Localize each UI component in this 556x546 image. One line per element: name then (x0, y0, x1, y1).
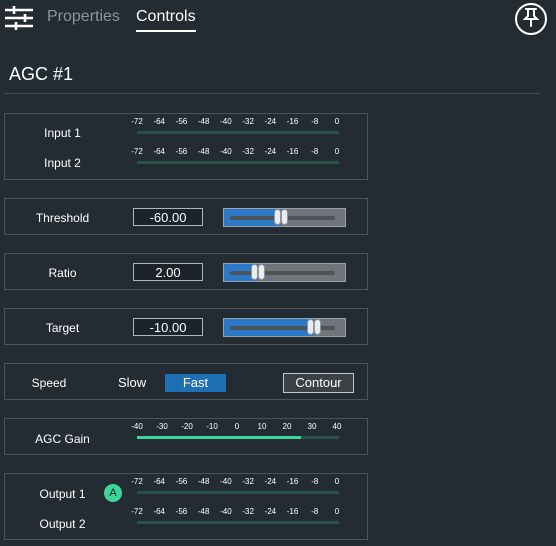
scale-tick-label: -48 (197, 147, 210, 156)
scale-tick-label: -72 (131, 117, 143, 126)
pin-icon (522, 7, 540, 32)
scale-tick-label: -56 (175, 117, 188, 126)
speed-panel: Speed Slow Fast Contour (4, 363, 368, 400)
scale-tick-label: -40 (131, 422, 143, 431)
agc-gain-meter (137, 436, 339, 439)
output-2-label: Output 2 (39, 517, 86, 531)
title-divider (4, 93, 540, 94)
scale-tick-label: -8 (311, 477, 319, 486)
threshold-slider[interactable] (223, 208, 346, 227)
output-1-scale: -72 -64 -56 -48 -40 -32 -24 -16 -8 0 (127, 477, 347, 487)
scale-tick-label: -56 (175, 477, 188, 486)
ratio-label: Ratio (48, 266, 77, 280)
agc-gain-scale: -40 -30 -20 -10 0 10 20 30 40 (127, 422, 347, 432)
scale-tick-label: -64 (153, 477, 165, 486)
ratio-panel: Ratio 2.00 (4, 253, 368, 290)
scale-tick-label: -32 (242, 147, 254, 156)
scale-tick-label: -24 (264, 117, 277, 126)
output-1-meter (137, 491, 339, 494)
scale-tick-label: 20 (282, 422, 292, 431)
scale-tick-label: -64 (153, 507, 165, 516)
scale-tick-label: -72 (131, 507, 143, 516)
input-2-label: Input 2 (44, 156, 81, 170)
scale-tick-label: -16 (286, 507, 299, 516)
scale-tick-label: -64 (153, 147, 165, 156)
scale-tick-label: -72 (131, 147, 143, 156)
scale-tick-label: -40 (220, 147, 232, 156)
threshold-label: Threshold (35, 211, 90, 225)
scale-tick-label: -32 (242, 507, 254, 516)
scale-tick-label: -8 (311, 507, 319, 516)
scale-tick-label: -24 (264, 507, 277, 516)
threshold-slider-thumb[interactable] (272, 208, 290, 227)
scale-tick-label: 0 (334, 117, 340, 126)
scale-tick-label: -16 (286, 477, 299, 486)
output-meters-panel: Output 1 A -72 -64 -56 -48 -40 -32 -24 -16 -8 0 O… (4, 473, 368, 540)
input-meters-panel: Input 1 -72 -64 -56 -48 -40 -32 -24 -16 -8 0 Inpu… (4, 113, 368, 180)
scale-tick-label: 0 (334, 477, 340, 486)
scale-tick-label: 40 (332, 422, 342, 431)
scale-tick-label: -16 (286, 117, 299, 126)
output-2-meter (137, 521, 339, 524)
input-1-meter (137, 131, 339, 134)
scale-tick-label: -8 (311, 117, 319, 126)
scale-tick-label: 10 (257, 422, 267, 431)
scale-tick-label: -48 (197, 477, 210, 486)
scale-tick-label: -48 (197, 117, 210, 126)
target-panel: Target -10.00 (4, 308, 368, 345)
pin-button[interactable] (515, 3, 547, 35)
scale-tick-label: -8 (311, 147, 319, 156)
target-slider[interactable] (223, 318, 346, 337)
sliders-icon[interactable] (4, 5, 34, 31)
ratio-slider[interactable] (223, 263, 346, 282)
scale-tick-label: -32 (242, 477, 254, 486)
page-title: AGC #1 (9, 64, 74, 84)
tab-properties[interactable]: Properties (47, 8, 120, 26)
scale-tick-label: -24 (264, 477, 277, 486)
output-1-label: Output 1 (39, 487, 86, 501)
active-tab-indicator (136, 30, 196, 32)
scale-tick-label: 0 (334, 147, 340, 156)
ratio-slider-thumb[interactable] (249, 263, 267, 282)
scale-tick-label: -56 (175, 507, 188, 516)
scale-tick-label: 0 (234, 422, 240, 431)
contour-button[interactable]: Contour (283, 373, 354, 393)
threshold-panel: Threshold -60.00 (4, 198, 368, 235)
scale-tick-label: -40 (220, 117, 232, 126)
agc-gain-panel: AGC Gain -40 -30 -20 -10 0 10 20 30 40 (4, 418, 368, 455)
threshold-value-field[interactable]: -60.00 (133, 208, 203, 226)
input-2-scale: -72 -64 -56 -48 -40 -32 -24 -16 -8 0 (127, 147, 347, 157)
output-2-scale: -72 -64 -56 -48 -40 -32 -24 -16 -8 0 (127, 507, 347, 517)
speed-slow-option[interactable]: Slow (118, 375, 146, 390)
scale-tick-label: -56 (175, 147, 188, 156)
scale-tick-label: -30 (156, 422, 168, 431)
scale-tick-label: -48 (197, 507, 210, 516)
scale-tick-label: -10 (206, 422, 218, 431)
scale-tick-label: -16 (286, 147, 299, 156)
scale-tick-label: -72 (131, 477, 143, 486)
input-2-meter (137, 161, 339, 164)
target-value-field[interactable]: -10.00 (133, 318, 203, 336)
scale-tick-label: -32 (242, 117, 254, 126)
agc-gain-label: AGC Gain (35, 432, 90, 446)
ratio-value-field[interactable]: 2.00 (133, 263, 203, 281)
scale-tick-label: 0 (334, 507, 340, 516)
scale-tick-label: -20 (181, 422, 193, 431)
tab-controls[interactable]: Controls (136, 8, 196, 26)
speed-label: Speed (31, 376, 67, 390)
scale-tick-label: -24 (264, 147, 277, 156)
scale-tick-label: -64 (153, 117, 165, 126)
target-slider-thumb[interactable] (305, 318, 323, 337)
scale-tick-label: -40 (220, 507, 232, 516)
channel-a-badge: A (104, 484, 122, 502)
scale-tick-label: -40 (220, 477, 232, 486)
input-1-label: Input 1 (44, 126, 81, 140)
target-label: Target (45, 321, 80, 335)
scale-tick-label: 30 (307, 422, 317, 431)
speed-fast-option[interactable]: Fast (165, 374, 226, 392)
input-1-scale: -72 -64 -56 -48 -40 -32 -24 -16 -8 0 (127, 117, 347, 127)
